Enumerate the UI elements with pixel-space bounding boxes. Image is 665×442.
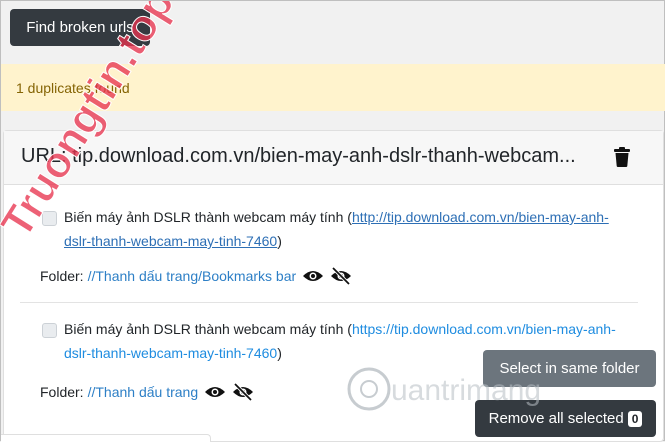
eye-slash-icon[interactable] bbox=[232, 383, 254, 401]
list-item: Biến máy ảnh DSLR thành webcam máy tính … bbox=[20, 199, 638, 303]
trash-icon[interactable] bbox=[614, 147, 630, 167]
item-checkbox[interactable] bbox=[42, 211, 57, 226]
app-frame: Find broken urls 1 duplicates found URL:… bbox=[0, 0, 665, 442]
item-checkbox[interactable] bbox=[42, 323, 57, 338]
bookmark-title: Biến máy ảnh DSLR thành webcam máy tính bbox=[64, 321, 344, 337]
folder-line: Folder: //Thanh dấu trang bbox=[40, 383, 254, 401]
duplicate-group-card: URL: tip.download.com.vn/bien-may-anh-ds… bbox=[3, 130, 664, 442]
bookmark-title: Biến máy ảnh DSLR thành webcam máy tính bbox=[64, 209, 344, 225]
remove-all-selected-button[interactable]: Remove all selected 0 bbox=[475, 400, 656, 437]
bookmark-title-line: Biến máy ảnh DSLR thành webcam máy tính … bbox=[64, 209, 609, 249]
card-header: URL: tip.download.com.vn/bien-may-anh-ds… bbox=[4, 131, 663, 185]
eye-icon[interactable] bbox=[302, 267, 324, 285]
find-broken-urls-button[interactable]: Find broken urls bbox=[10, 9, 150, 46]
folder-label: Folder: bbox=[40, 268, 84, 284]
duplicates-count-text: 1 duplicates found bbox=[16, 79, 130, 96]
folder-path-link[interactable]: //Thanh dấu trang bbox=[88, 384, 199, 400]
eye-icon[interactable] bbox=[204, 383, 226, 401]
folder-label: Folder: bbox=[40, 384, 84, 400]
folder-path-link[interactable]: //Thanh dấu trang/Bookmarks bar bbox=[88, 268, 297, 284]
select-in-same-folder-button[interactable]: Select in same folder bbox=[483, 350, 656, 387]
folder-line: Folder: //Thanh dấu trang/Bookmarks bar bbox=[40, 267, 352, 285]
eye-slash-icon[interactable] bbox=[330, 267, 352, 285]
selected-count-badge: 0 bbox=[627, 410, 643, 427]
url-title: URL: tip.download.com.vn/bien-may-anh-ds… bbox=[21, 145, 576, 167]
duplicates-alert: 1 duplicates found bbox=[1, 64, 665, 111]
remove-all-selected-label: Remove all selected bbox=[488, 410, 624, 427]
